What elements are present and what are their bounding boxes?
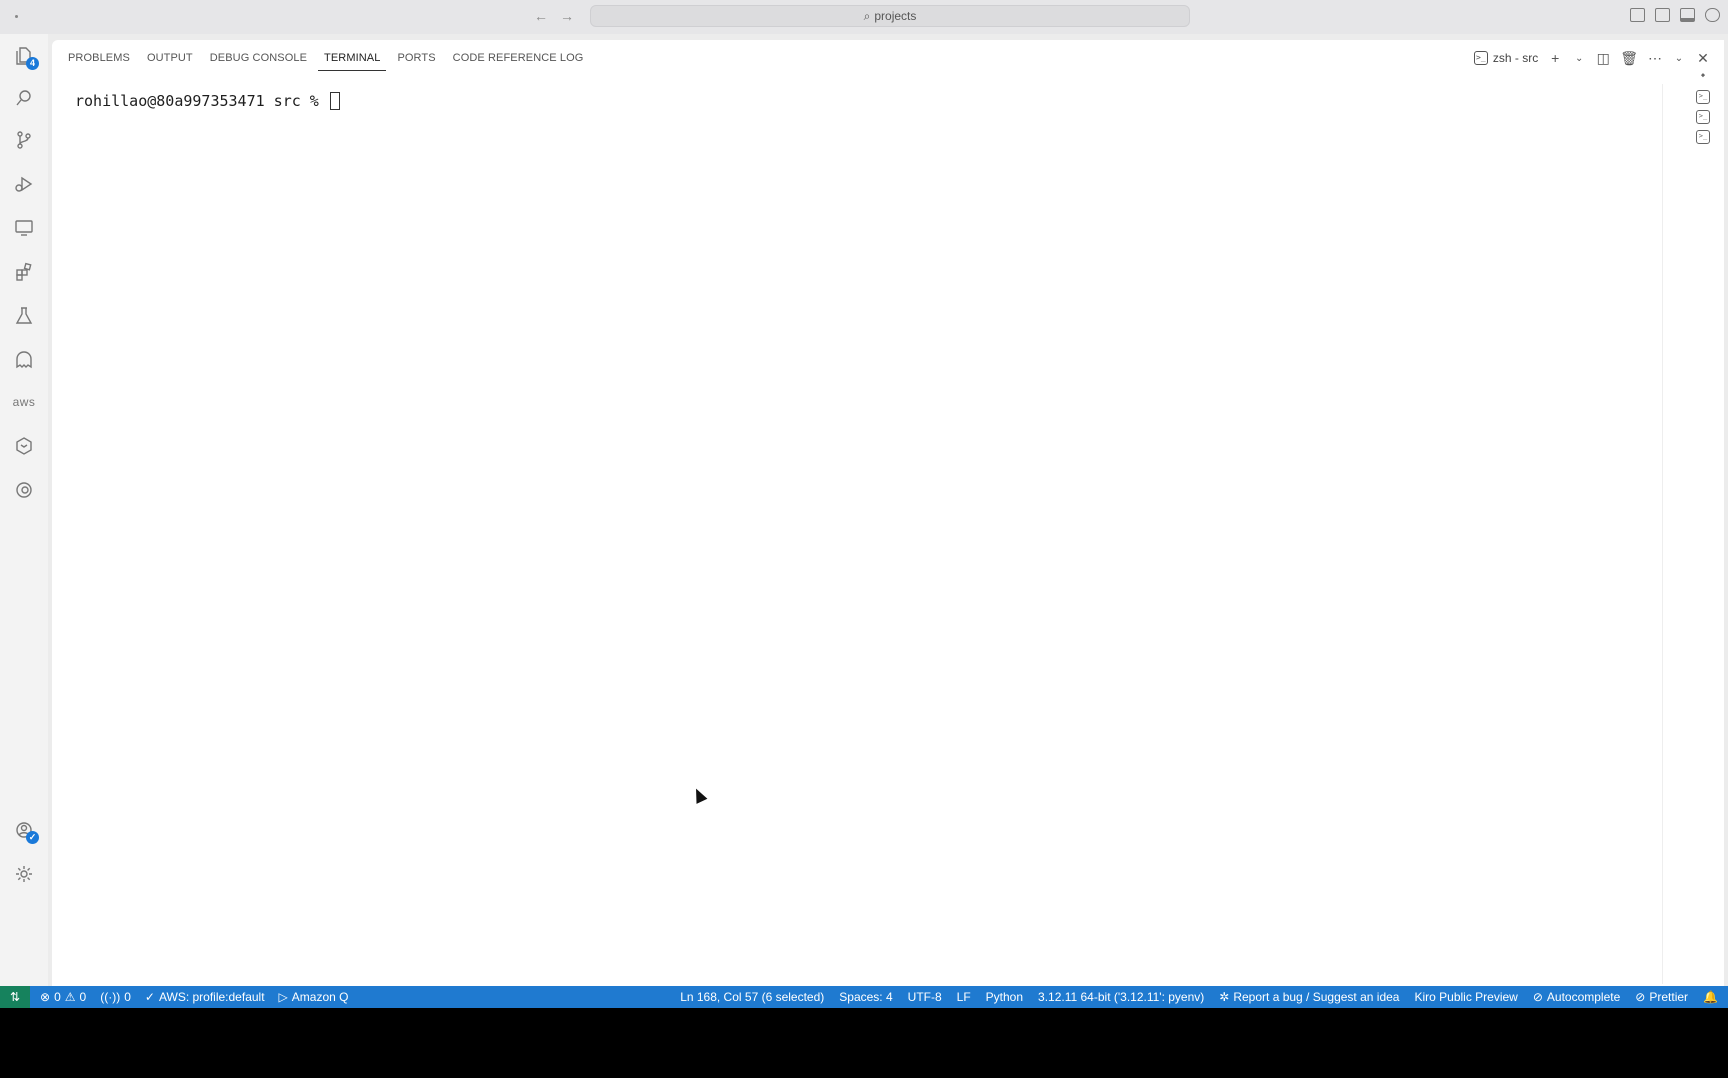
kiro-status[interactable]: Kiro Public Preview xyxy=(1414,990,1517,1004)
terminal-tab-list: ◆ >_ >_ >_ xyxy=(1696,70,1710,144)
prettier-status[interactable]: ⊘ Prettier xyxy=(1635,990,1688,1004)
tab-terminal[interactable]: TERMINAL xyxy=(318,48,387,71)
tab-output[interactable]: OUTPUT xyxy=(145,48,195,69)
terminal-tab-3-icon[interactable]: >_ xyxy=(1696,130,1710,144)
panel-actions: >_ zsh - src + ⌄ ◫ 🗑 ⋯ ⌄ ✕ xyxy=(1473,48,1724,68)
source-control-icon[interactable] xyxy=(12,128,36,152)
aws-label: aws xyxy=(12,395,36,409)
explorer-badge: 4 xyxy=(26,57,39,70)
terminal-tab-pin-icon[interactable]: ◆ xyxy=(1696,70,1710,84)
mouse-pointer-icon xyxy=(690,786,708,804)
terminal-cursor xyxy=(329,92,340,110)
tab-problems[interactable]: PROBLEMS xyxy=(66,48,132,69)
terminal-selector[interactable]: >_ zsh - src xyxy=(1473,51,1539,65)
back-arrow-icon[interactable]: ← xyxy=(534,8,548,24)
maximize-panel-chevron-icon[interactable]: ⌄ xyxy=(1672,53,1686,64)
report-bug-status[interactable]: ✲ Report a bug / Suggest an idea xyxy=(1219,990,1399,1004)
warning-icon: ⚠ xyxy=(64,990,76,1004)
tab-code-reference-log[interactable]: CODE REFERENCE LOG xyxy=(451,48,586,69)
amazon-q-status[interactable]: ▷ Amazon Q xyxy=(279,990,349,1004)
terminal-icon: >_ xyxy=(1473,51,1488,65)
ports-count: 0 xyxy=(124,990,131,1004)
check-icon: ✓ xyxy=(144,990,155,1004)
status-bar: ⇅ ⊗ 0 ⚠ 0 ((·)) 0 ✓ AWS: profile:default ▷ Am… xyxy=(0,986,1728,1008)
ports-status[interactable]: ((·)) 0 xyxy=(100,990,131,1004)
cursor-position-status[interactable]: Ln 168, Col 57 (6 selected) xyxy=(680,990,824,1004)
notifications-bell-icon[interactable]: 🔔 xyxy=(1703,990,1718,1004)
toggle-primary-sidebar-icon[interactable] xyxy=(1655,8,1670,22)
activity-bar: 4 aws ✓ xyxy=(0,34,48,986)
autocomplete-label: Autocomplete xyxy=(1546,990,1621,1004)
search-icon: ⌕ xyxy=(863,8,871,23)
chat-icon[interactable] xyxy=(1705,8,1720,22)
indentation-status[interactable]: Spaces: 4 xyxy=(839,990,892,1004)
prettier-label: Prettier xyxy=(1649,990,1689,1004)
bug-icon: ✲ xyxy=(1219,990,1230,1004)
layout-controls xyxy=(1630,8,1720,22)
encoding-status[interactable]: UTF-8 xyxy=(908,990,942,1004)
problems-status[interactable]: ⊗ 0 ⚠ 0 xyxy=(40,990,86,1004)
search-icon[interactable] xyxy=(12,86,36,110)
tab-ports[interactable]: PORTS xyxy=(395,48,437,69)
error-icon: ⊗ xyxy=(40,990,51,1004)
disabled-icon: ⊘ xyxy=(1532,990,1543,1004)
new-terminal-plus-icon[interactable]: + xyxy=(1548,50,1562,66)
chevron-down-icon[interactable]: ⌄ xyxy=(1572,53,1586,64)
terminal-prompt: rohillao@80a997353471 src % xyxy=(75,92,328,110)
panel-tabs: PROBLEMS OUTPUT DEBUG CONSOLE TERMINAL P… xyxy=(52,40,585,76)
tab-debug-console[interactable]: DEBUG CONSOLE xyxy=(208,48,309,69)
terminal-output[interactable]: rohillao@80a997353471 src % xyxy=(75,92,340,110)
terminal-name: zsh - src xyxy=(1492,51,1539,65)
remote-explorer-icon[interactable] xyxy=(12,216,36,240)
broadcast-icon: ((·)) xyxy=(100,990,121,1004)
forward-arrow-icon[interactable]: → xyxy=(560,8,574,24)
command-center-search[interactable]: ⌕ projects xyxy=(590,5,1190,27)
aws-icon[interactable]: aws xyxy=(12,390,36,414)
amazon-q-icon[interactable] xyxy=(12,348,36,372)
kill-terminal-trash-icon[interactable]: 🗑 xyxy=(1620,50,1638,67)
aws-profile-status[interactable]: ✓ AWS: profile:default xyxy=(145,990,265,1004)
vscode-window: ← → ⌕ projects 4 aws ✓ PROBLEMS OUTPUT D… xyxy=(0,0,1728,1008)
more-actions-icon[interactable]: ⋯ xyxy=(1648,50,1662,67)
kiro-icon[interactable] xyxy=(12,434,36,458)
command-center-label: projects xyxy=(874,9,917,23)
terminal-tab-2-icon[interactable]: >_ xyxy=(1696,110,1710,124)
accounts-icon[interactable]: ✓ xyxy=(12,818,39,844)
customize-layout-icon[interactable] xyxy=(1630,8,1645,22)
language-status[interactable]: Python xyxy=(986,990,1023,1004)
run-debug-icon[interactable] xyxy=(12,172,36,196)
toggle-panel-icon[interactable] xyxy=(1680,8,1695,22)
play-icon: ▷ xyxy=(278,990,288,1004)
close-panel-icon[interactable]: ✕ xyxy=(1696,50,1710,67)
report-bug-label: Report a bug / Suggest an idea xyxy=(1233,990,1400,1004)
warning-count: 0 xyxy=(79,990,87,1004)
error-count: 0 xyxy=(54,990,61,1004)
window-dot xyxy=(15,15,18,18)
amazon-q-label: Amazon Q xyxy=(291,990,349,1004)
aws-profile-label: AWS: profile:default xyxy=(158,990,265,1004)
terminal-scrollbar[interactable] xyxy=(1662,84,1672,984)
split-terminal-icon[interactable]: ◫ xyxy=(1596,50,1610,67)
settings-gear-icon[interactable] xyxy=(12,862,36,886)
interpreter-status[interactable]: 3.12.11 64-bit ('3.12.11': pyenv) xyxy=(1038,990,1204,1004)
terminal-tab-1-icon[interactable]: >_ xyxy=(1696,90,1710,104)
testing-icon[interactable] xyxy=(12,304,36,328)
accounts-check-badge: ✓ xyxy=(26,831,39,844)
title-bar: ← → ⌕ projects xyxy=(0,0,1728,34)
extensions-icon[interactable] xyxy=(12,260,36,284)
terminal-panel: PROBLEMS OUTPUT DEBUG CONSOLE TERMINAL P… xyxy=(52,40,1724,986)
disabled-icon: ⊘ xyxy=(1635,990,1646,1004)
eol-status[interactable]: LF xyxy=(957,990,971,1004)
remote-indicator-icon[interactable]: ⇅ xyxy=(0,986,30,1008)
autocomplete-status[interactable]: ⊘ Autocomplete xyxy=(1533,990,1620,1004)
support-icon[interactable] xyxy=(12,478,36,502)
explorer-icon[interactable]: 4 xyxy=(12,44,39,70)
